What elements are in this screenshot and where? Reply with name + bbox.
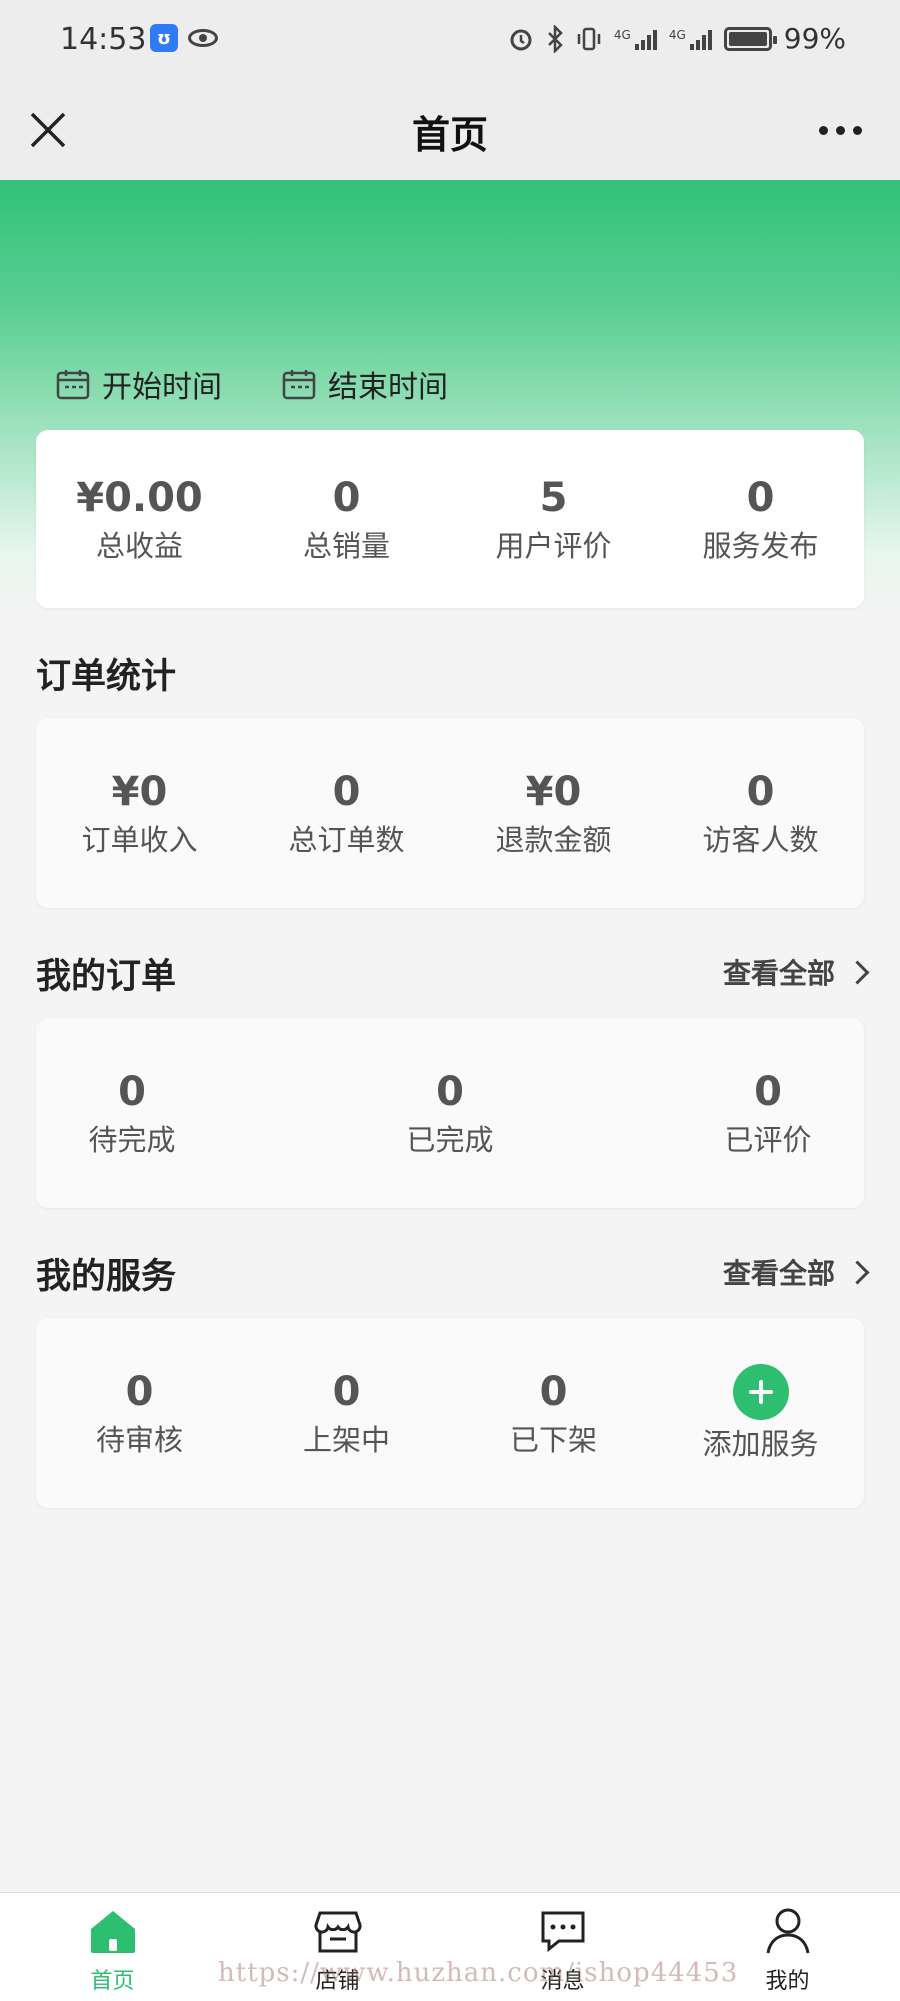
home-icon (90, 1911, 135, 1953)
stat-value: 0 (436, 1069, 464, 1115)
add-service-label: 添加服务 (702, 1427, 819, 1461)
stat-total-orders[interactable]: 0 总订单数 (243, 768, 450, 858)
status-time: 14:53 (60, 22, 147, 57)
service-delisted[interactable]: 0 已下架 (450, 1368, 657, 1458)
more-menu-icon[interactable] (810, 110, 870, 150)
section-title-my-services: 我的服务 (36, 1257, 177, 1297)
stat-label: 总订单数 (288, 823, 405, 857)
service-under-review[interactable]: 0 待审核 (36, 1368, 243, 1458)
section-title-my-orders: 我的订单 (36, 957, 177, 997)
stat-total-sales[interactable]: 0 总销量 (243, 474, 450, 564)
view-all-label: 查看全部 (722, 957, 835, 990)
end-date-picker[interactable]: 结束时间 (282, 362, 448, 406)
app-badge-icon: ʊ (150, 24, 178, 52)
calendar-icon (282, 370, 316, 400)
stat-label: 已下架 (509, 1423, 597, 1457)
status-left-icons: ʊ (150, 24, 218, 52)
order-stats-card: ¥0 订单收入 0 总订单数 ¥0 退款金额 0 访客人数 (36, 718, 864, 908)
stat-value: ¥0.00 (76, 475, 203, 521)
stat-label: 用户评价 (495, 529, 612, 563)
message-icon (541, 1911, 584, 1953)
status-right: 4G 4G 99% (508, 22, 846, 55)
stat-value: 0 (746, 475, 775, 521)
stat-value: 0 (754, 1069, 782, 1115)
stat-label: 访客人数 (702, 823, 819, 857)
end-date-label: 结束时间 (328, 370, 448, 405)
calendar-icon (56, 370, 90, 400)
view-all-services-link[interactable]: 查看全部 (722, 1252, 870, 1292)
bottom-tab-bar: 首页 店铺 消息 我的 (0, 1892, 900, 2001)
stat-label: 待完成 (88, 1123, 176, 1157)
eye-icon (188, 29, 218, 47)
network-type-2: 4G (668, 27, 686, 42)
tab-label: 店铺 (315, 1969, 360, 1994)
my-services-card: 0 待审核 0 上架中 0 已下架 添加服务 (36, 1318, 864, 1508)
my-orders-card: 0 待完成 0 已完成 0 已评价 (36, 1018, 864, 1208)
stat-value: 0 (332, 1369, 361, 1415)
tab-label: 消息 (540, 1969, 585, 1994)
chevron-right-icon (845, 1259, 870, 1285)
view-all-orders-link[interactable]: 查看全部 (722, 952, 870, 992)
stat-label: 已完成 (406, 1123, 494, 1157)
stat-label: 上架中 (302, 1423, 390, 1457)
tab-home[interactable]: 首页 (0, 1893, 225, 2001)
store-icon (313, 1911, 362, 1953)
signal-icon-2: 4G (669, 28, 712, 50)
stat-value: 0 (332, 475, 361, 521)
user-icon (766, 1908, 809, 1954)
bluetooth-icon (548, 24, 563, 53)
signal-icon-1: 4G (614, 28, 657, 50)
page-title: 首页 (411, 113, 488, 157)
stat-label: 总收益 (95, 529, 183, 563)
stat-value: ¥0 (525, 769, 582, 815)
stat-value: 0 (125, 1369, 154, 1415)
stat-value: 0 (746, 769, 775, 815)
order-completed[interactable]: 0 已完成 (390, 1068, 510, 1158)
status-bar: 14:53 ʊ 4G 4G 99% (0, 0, 900, 80)
tab-store[interactable]: 店铺 (225, 1893, 450, 2001)
stat-user-reviews[interactable]: 5 用户评价 (450, 474, 657, 564)
order-reviewed[interactable]: 0 已评价 (708, 1068, 828, 1158)
date-range-row: 开始时间 结束时间 (56, 362, 448, 406)
stat-label: 服务发布 (702, 529, 819, 563)
view-all-label: 查看全部 (722, 1257, 835, 1290)
alarm-icon (510, 29, 532, 50)
chevron-right-icon (845, 959, 870, 985)
battery-icon (723, 26, 777, 51)
add-service-button[interactable]: 添加服务 (657, 1364, 864, 1462)
stat-visitors[interactable]: 0 访客人数 (657, 768, 864, 858)
stat-label: 总销量 (302, 529, 390, 563)
tab-messages[interactable]: 消息 (450, 1893, 675, 2001)
network-type-1: 4G (613, 27, 631, 42)
stat-value: 0 (332, 769, 361, 815)
stat-services-published[interactable]: 0 服务发布 (657, 474, 864, 564)
tab-label: 我的 (765, 1969, 810, 1994)
nav-bar: 首页 (0, 80, 900, 180)
section-title-order-stats: 订单统计 (36, 657, 177, 697)
stat-total-revenue[interactable]: ¥0.00 总收益 (36, 474, 243, 564)
stat-label: 退款金额 (495, 823, 612, 857)
tab-label: 首页 (90, 1969, 135, 1994)
stat-order-income[interactable]: ¥0 订单收入 (36, 768, 243, 858)
battery-percent: 99% (783, 22, 846, 55)
stat-label: 已评价 (724, 1123, 812, 1157)
stat-value: 0 (118, 1069, 146, 1115)
tab-profile[interactable]: 我的 (675, 1893, 900, 2001)
stat-label: 待审核 (95, 1423, 183, 1457)
stat-value: ¥0 (111, 769, 168, 815)
service-listed[interactable]: 0 上架中 (243, 1368, 450, 1458)
vibrate-icon (577, 27, 601, 50)
start-date-label: 开始时间 (102, 370, 222, 405)
stat-label: 订单收入 (81, 823, 198, 857)
summary-card: ¥0.00 总收益 0 总销量 5 用户评价 0 服务发布 (36, 430, 864, 608)
start-date-picker[interactable]: 开始时间 (56, 362, 222, 406)
stat-refund-amount[interactable]: ¥0 退款金额 (450, 768, 657, 858)
stat-value: 5 (539, 475, 568, 521)
order-pending[interactable]: 0 待完成 (72, 1068, 192, 1158)
stat-value: 0 (539, 1369, 568, 1415)
plus-icon (732, 1364, 789, 1420)
